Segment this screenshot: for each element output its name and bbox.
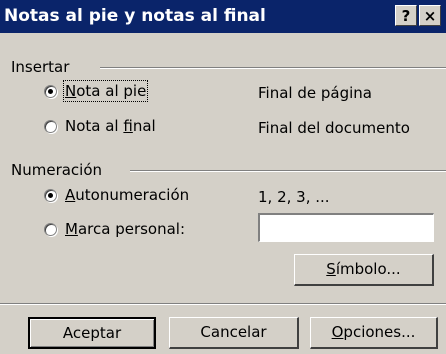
button-separator — [0, 303, 446, 305]
opciones-button[interactable]: Opciones... — [310, 317, 438, 349]
radio-nota-al-pie-label: Nota al pie — [62, 80, 149, 102]
help-icon: ? — [401, 7, 411, 25]
numeracion-group-label: Numeración — [11, 161, 107, 179]
marca-personal-input[interactable] — [258, 213, 434, 242]
close-button[interactable]: × — [419, 5, 441, 26]
radio-nota-al-pie[interactable]: Nota al pie — [44, 80, 149, 102]
insertar-group-line — [100, 67, 446, 69]
insertar-group-label: Insertar — [11, 58, 74, 76]
radio-autonumeracion-label: Autonumeración — [65, 186, 190, 204]
nota-al-final-location: Final del documento — [258, 119, 410, 137]
title-bar: Notas al pie y notas al final ? × — [0, 0, 446, 33]
nota-al-pie-location: Final de página — [258, 84, 372, 102]
close-icon: × — [423, 7, 437, 25]
radio-nota-al-final-label: Nota al final — [65, 117, 156, 135]
radio-indicator — [44, 222, 57, 236]
window-title: Notas al pie y notas al final — [4, 6, 266, 26]
help-button[interactable]: ? — [395, 5, 417, 26]
radio-marca-personal-label: Marca personal: — [65, 220, 186, 238]
radio-marca-personal[interactable]: Marca personal: — [44, 220, 185, 238]
simbolo-button[interactable]: Símbolo... — [294, 254, 434, 286]
autonumeracion-format: 1, 2, 3, ... — [258, 188, 330, 206]
aceptar-button[interactable]: Aceptar — [28, 317, 156, 349]
radio-indicator-checked — [44, 84, 57, 98]
radio-indicator-checked — [44, 188, 57, 202]
radio-autonumeracion[interactable]: Autonumeración — [44, 186, 189, 204]
radio-indicator — [44, 119, 57, 133]
numeracion-group-line — [130, 170, 446, 172]
cancelar-button[interactable]: Cancelar — [169, 317, 299, 349]
radio-nota-al-final[interactable]: Nota al final — [44, 117, 156, 135]
